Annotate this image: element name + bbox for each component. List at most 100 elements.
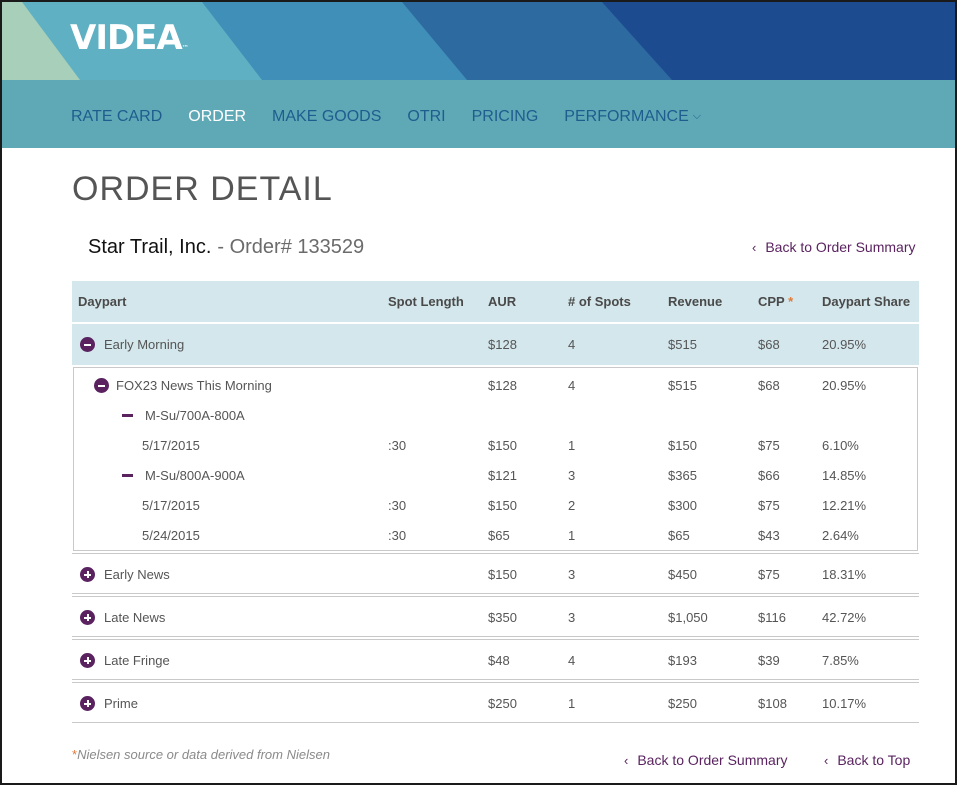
aur-value: $150	[488, 498, 517, 513]
share-value: 2.64%	[822, 528, 859, 543]
daypart-name: Prime	[104, 696, 138, 711]
daypart-row-late-news[interactable]: Late News $350 3 $1,050 $116 42.72%	[72, 596, 919, 637]
nav-make-goods[interactable]: MAKE GOODS	[272, 108, 381, 126]
aur-value: $150	[488, 567, 517, 582]
spots-value: 2	[568, 498, 576, 513]
revenue-value: $515	[668, 378, 697, 393]
time-slot-row[interactable]: M-Su/800A-900A $121 3 $365 $66 14.85%	[72, 468, 919, 488]
chevron-left-icon: ‹	[624, 753, 629, 768]
order-number: - Order# 133529	[217, 236, 365, 258]
nav-order[interactable]: ORDER	[188, 108, 246, 126]
share-value: 10.17%	[822, 696, 867, 711]
revenue-value: $450	[668, 567, 697, 582]
col-daypart-share: Daypart Share	[822, 294, 911, 309]
cpp-value: $75	[758, 498, 780, 513]
spot-length-value: :30	[388, 498, 407, 513]
back-to-order-summary-link-top[interactable]: ‹ Back to Order Summary	[752, 239, 916, 255]
advertiser-name: Star Trail, Inc.	[88, 236, 212, 258]
revenue-value: $150	[668, 438, 697, 453]
col-cpp-label: CPP	[758, 294, 785, 309]
nav-performance[interactable]: PERFORMANCE ⌵	[564, 108, 701, 126]
date-value: 5/17/2015	[142, 498, 200, 513]
collapse-icon[interactable]	[94, 378, 109, 393]
cpp-value: $39	[758, 653, 780, 668]
aur-value: $128	[488, 378, 517, 393]
spot-length-value: :30	[388, 528, 407, 543]
share-value: 20.95%	[822, 337, 867, 352]
spots-value: 4	[568, 337, 576, 352]
back-to-order-summary-label: Back to Order Summary	[765, 239, 916, 255]
aur-value: $150	[488, 438, 517, 453]
revenue-value: $300	[668, 498, 697, 513]
cpp-value: $116	[758, 610, 786, 625]
aur-value: $350	[488, 610, 517, 625]
nav-pricing[interactable]: PRICING	[472, 108, 539, 126]
program-name: FOX23 News This Morning	[116, 378, 272, 393]
revenue-value: $515	[668, 337, 697, 352]
cpp-value: $68	[758, 337, 780, 352]
col-cpp: CPP *	[758, 294, 793, 309]
aur-value: $128	[488, 337, 517, 352]
collapse-dash-icon[interactable]	[122, 474, 133, 477]
daypart-name: Early News	[104, 567, 170, 582]
time-slot-row[interactable]: M-Su/700A-800A	[72, 408, 919, 428]
header-banner: VIDEA™	[2, 2, 955, 80]
chevron-down-icon: ⌵	[692, 110, 702, 122]
nav-performance-label: PERFORMANCE	[564, 108, 689, 125]
date-row: 5/24/2015 :30 $65 1 $65 $43 2.64%	[72, 528, 919, 548]
back-to-top-link[interactable]: ‹ Back to Top	[824, 752, 910, 768]
date-row: 5/17/2015 :30 $150 2 $300 $75 12.21%	[72, 498, 919, 518]
date-value: 5/24/2015	[142, 528, 200, 543]
chevron-left-icon: ‹	[824, 753, 829, 768]
nav-otri[interactable]: OTRI	[407, 108, 445, 126]
share-value: 14.85%	[822, 468, 867, 483]
daypart-row-early-morning[interactable]: Early Morning $128 4 $515 $68 20.95%	[72, 324, 919, 365]
aur-value: $48	[488, 653, 510, 668]
main-nav: RATE CARD ORDER MAKE GOODS OTRI PRICING …	[2, 80, 955, 148]
spots-value: 1	[568, 696, 576, 711]
chevron-left-icon: ‹	[752, 240, 757, 255]
spots-value: 3	[568, 610, 576, 625]
expand-icon[interactable]	[80, 653, 95, 668]
footnote-text: Nielsen source or data derived from Niel…	[77, 747, 330, 762]
col-aur: AUR	[488, 294, 517, 309]
col-daypart: Daypart	[78, 294, 127, 309]
app-window: VIDEA™ RATE CARD ORDER MAKE GOODS OTRI P…	[0, 0, 957, 785]
time-slot-name: M-Su/700A-800A	[145, 408, 245, 423]
daypart-row-early-news[interactable]: Early News $150 3 $450 $75 18.31%	[72, 553, 919, 594]
spots-value: 4	[568, 378, 576, 393]
daypart-row-prime[interactable]: Prime $250 1 $250 $108 10.17%	[72, 682, 919, 723]
back-to-order-summary-link-bottom[interactable]: ‹ Back to Order Summary	[624, 752, 788, 768]
share-value: 7.85%	[822, 653, 859, 668]
nav-rate-card[interactable]: RATE CARD	[71, 108, 162, 126]
col-spot-length: Spot Length	[388, 294, 464, 309]
expand-icon[interactable]	[80, 610, 95, 625]
cpp-value: $43	[758, 528, 780, 543]
revenue-value: $250	[668, 696, 697, 711]
expand-icon[interactable]	[80, 567, 95, 582]
collapse-icon[interactable]	[80, 337, 95, 352]
page-title: ORDER DETAIL	[72, 170, 333, 208]
aur-value: $65	[488, 528, 510, 543]
program-row[interactable]: FOX23 News This Morning $128 4 $515 $68 …	[72, 378, 919, 398]
daypart-name: Late Fringe	[104, 653, 170, 668]
revenue-value: $365	[668, 468, 697, 483]
cpp-value: $68	[758, 378, 780, 393]
daypart-row-late-fringe[interactable]: Late Fringe $48 4 $193 $39 7.85%	[72, 639, 919, 680]
col-spots: # of Spots	[568, 294, 631, 309]
revenue-value: $65	[668, 528, 690, 543]
share-value: 6.10%	[822, 438, 859, 453]
spots-value: 1	[568, 438, 576, 453]
spots-value: 3	[568, 567, 576, 582]
collapse-dash-icon[interactable]	[122, 414, 133, 417]
aur-value: $121	[488, 468, 517, 483]
spots-value: 3	[568, 468, 576, 483]
videa-logo[interactable]: VIDEA™	[70, 18, 189, 58]
back-to-top-label: Back to Top	[837, 752, 911, 768]
expand-icon[interactable]	[80, 696, 95, 711]
aur-value: $250	[488, 696, 517, 711]
cpp-value: $75	[758, 567, 780, 582]
revenue-value: $193	[668, 653, 697, 668]
nielsen-footnote: *Nielsen source or data derived from Nie…	[72, 747, 330, 762]
daypart-name: Late News	[104, 610, 166, 625]
